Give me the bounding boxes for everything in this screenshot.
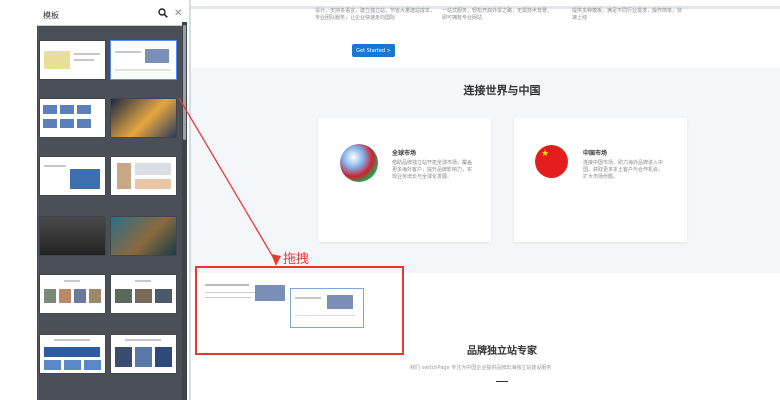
drag-arrow xyxy=(178,97,281,266)
brand-subtitle: 我们 switchPage 专注为中国企业提供品牌出海独立站建设服务 xyxy=(410,365,552,371)
brand-title: 品牌独立站专家 xyxy=(467,346,537,357)
brand-underline xyxy=(496,381,508,382)
